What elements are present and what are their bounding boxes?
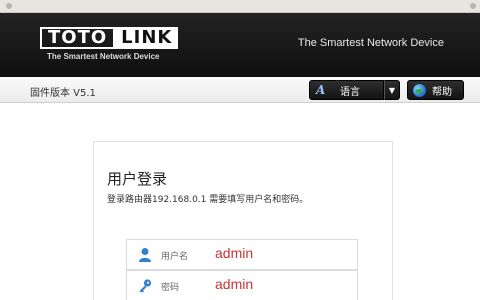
help-label: 帮助 [432, 86, 452, 98]
login-description: 登录路由器192.168.0.1 需要填写用户名和密码。 [107, 195, 309, 205]
browser-strip [0, 0, 480, 13]
firmware-version: 固件版本 V5.1 [30, 88, 96, 99]
language-label: 语言 [340, 86, 360, 98]
password-label: 密码 [161, 283, 180, 293]
totolink-logo: TOTO LINK [40, 27, 179, 49]
language-button[interactable]: A 语言 [309, 80, 384, 100]
language-icon: A [316, 83, 326, 97]
logo-link: LINK [115, 27, 179, 49]
logo-tagline: The Smartest Network Device [47, 52, 160, 61]
language-selector[interactable]: A 语言 ▼ [309, 80, 400, 100]
password-field[interactable]: 密码 [126, 270, 358, 300]
help-button[interactable]: 帮助 [407, 80, 464, 100]
username-label: 用户名 [161, 252, 189, 262]
login-title: 用户登录 [107, 170, 168, 188]
window-dot [6, 3, 12, 9]
help-globe-icon [413, 83, 426, 97]
header-tagline: The Smartest Network Device [297, 37, 444, 49]
key-icon [139, 279, 152, 293]
header-banner: TOTO LINK The Smartest Network Device Th… [0, 13, 480, 77]
password-input[interactable] [215, 276, 345, 292]
caret-down-icon: ▼ [388, 85, 396, 95]
language-dropdown-button[interactable]: ▼ [384, 80, 400, 100]
toolbar: 固件版本 V5.1 A 语言 ▼ 帮助 [0, 77, 480, 103]
username-field[interactable]: 用户名 [126, 239, 358, 270]
user-icon [139, 248, 151, 262]
window-dot [470, 3, 476, 9]
logo-toto: TOTO [40, 27, 116, 49]
username-input[interactable] [215, 245, 345, 261]
